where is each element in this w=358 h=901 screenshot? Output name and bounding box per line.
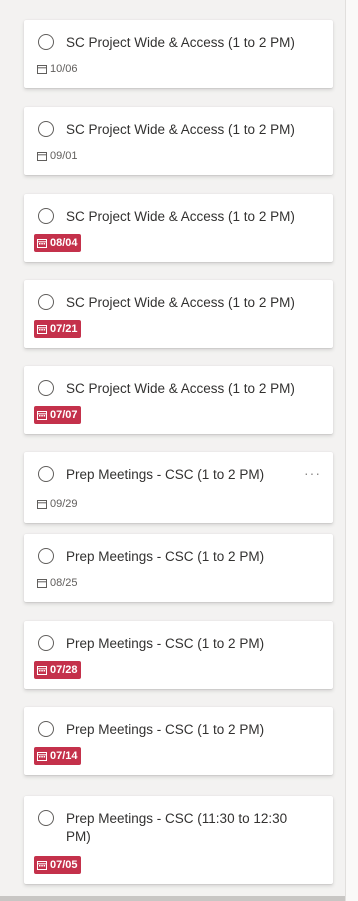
due-date-text: 07/07 xyxy=(50,409,78,421)
due-date-text: 08/25 xyxy=(50,577,78,589)
task-card[interactable]: SC Project Wide & Access (1 to 2 PM) 08/… xyxy=(24,194,333,262)
calendar-icon xyxy=(37,665,47,675)
scrollbar-track[interactable] xyxy=(345,0,358,901)
checkbox-circle-icon[interactable] xyxy=(38,34,54,50)
task-board-column: SC Project Wide & Access (1 to 2 PM) 10/… xyxy=(0,0,345,901)
task-card[interactable]: Prep Meetings - CSC (1 to 2 PM) 08/25 xyxy=(24,534,333,602)
task-title: SC Project Wide & Access (1 to 2 PM) xyxy=(66,295,295,310)
horizontal-scrollbar[interactable] xyxy=(0,896,345,901)
calendar-icon xyxy=(37,238,47,248)
checkbox-circle-icon[interactable] xyxy=(38,466,54,482)
calendar-icon xyxy=(37,64,47,74)
task-title: Prep Meetings - CSC (1 to 2 PM) xyxy=(66,467,265,482)
task-card[interactable]: SC Project Wide & Access (1 to 2 PM) 10/… xyxy=(24,20,333,88)
checkbox-circle-icon[interactable] xyxy=(38,380,54,396)
due-date-badge: 09/29 xyxy=(34,495,81,513)
due-date-badge: 09/01 xyxy=(34,147,81,165)
checkbox-circle-icon[interactable] xyxy=(38,121,54,137)
due-date-text: 07/05 xyxy=(50,859,78,871)
task-card[interactable]: Prep Meetings - CSC (1 to 2 PM) ··· 09/2… xyxy=(24,452,333,523)
overdue-date-badge: 07/28 xyxy=(34,661,81,679)
task-card[interactable]: SC Project Wide & Access (1 to 2 PM) 07/… xyxy=(24,280,333,348)
due-date-badge: 10/06 xyxy=(34,60,81,78)
task-card[interactable]: Prep Meetings - CSC (1 to 2 PM) 07/28 xyxy=(24,621,333,689)
due-date-text: 07/14 xyxy=(50,750,78,762)
due-date-text: 08/04 xyxy=(50,237,78,249)
task-card[interactable]: SC Project Wide & Access (1 to 2 PM) 07/… xyxy=(24,366,333,434)
due-date-text: 07/21 xyxy=(50,323,78,335)
due-date-text: 10/06 xyxy=(50,63,78,75)
overdue-date-badge: 07/07 xyxy=(34,406,81,424)
checkbox-circle-icon[interactable] xyxy=(38,721,54,737)
task-card[interactable]: Prep Meetings - CSC (11:30 to 12:30 PM) … xyxy=(24,796,333,884)
overdue-date-badge: 07/21 xyxy=(34,320,81,338)
calendar-icon xyxy=(37,578,47,588)
task-title: SC Project Wide & Access (1 to 2 PM) xyxy=(66,209,295,224)
checkbox-circle-icon[interactable] xyxy=(38,294,54,310)
calendar-icon xyxy=(37,151,47,161)
more-options-ellipsis-icon[interactable]: ··· xyxy=(304,464,321,482)
calendar-icon xyxy=(37,410,47,420)
task-card[interactable]: Prep Meetings - CSC (1 to 2 PM) 07/14 xyxy=(24,707,333,775)
due-date-text: 09/01 xyxy=(50,150,78,162)
calendar-icon xyxy=(37,324,47,334)
checkbox-circle-icon[interactable] xyxy=(38,548,54,564)
task-title: Prep Meetings - CSC (11:30 to 12:30 PM) xyxy=(66,811,288,844)
checkbox-circle-icon[interactable] xyxy=(38,635,54,651)
calendar-icon xyxy=(37,751,47,761)
task-title: SC Project Wide & Access (1 to 2 PM) xyxy=(66,122,295,137)
task-card[interactable]: SC Project Wide & Access (1 to 2 PM) 09/… xyxy=(24,107,333,175)
checkbox-circle-icon[interactable] xyxy=(38,208,54,224)
task-title: SC Project Wide & Access (1 to 2 PM) xyxy=(66,381,295,396)
task-title: Prep Meetings - CSC (1 to 2 PM) xyxy=(66,722,265,737)
task-title: Prep Meetings - CSC (1 to 2 PM) xyxy=(66,636,265,651)
overdue-date-badge: 08/04 xyxy=(34,234,81,252)
checkbox-circle-icon[interactable] xyxy=(38,810,54,826)
due-date-text: 09/29 xyxy=(50,498,78,510)
task-title: SC Project Wide & Access (1 to 2 PM) xyxy=(66,35,295,50)
calendar-icon xyxy=(37,860,47,870)
overdue-date-badge: 07/05 xyxy=(34,856,81,874)
calendar-icon xyxy=(37,499,47,509)
task-title: Prep Meetings - CSC (1 to 2 PM) xyxy=(66,549,265,564)
overdue-date-badge: 07/14 xyxy=(34,747,81,765)
due-date-badge: 08/25 xyxy=(34,574,81,592)
due-date-text: 07/28 xyxy=(50,664,78,676)
